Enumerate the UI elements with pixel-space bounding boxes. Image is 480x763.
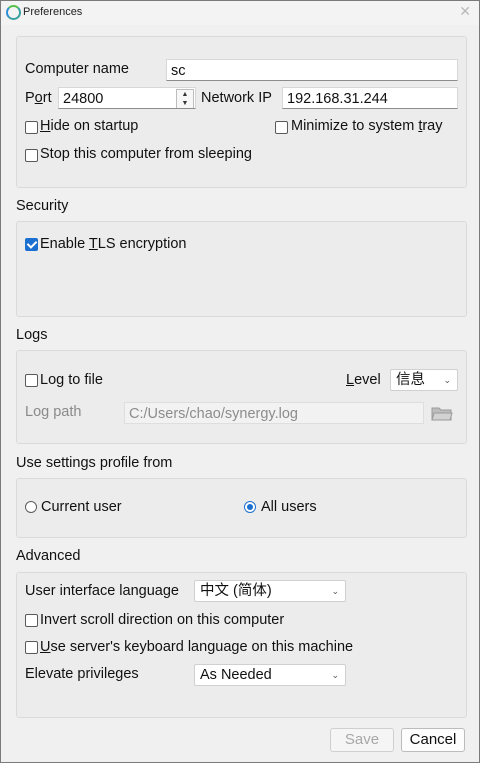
ui-language-label: User interface language bbox=[25, 583, 179, 599]
port-spin-arrows[interactable]: ▲ ▼ bbox=[176, 89, 194, 108]
tls-encryption-checkbox[interactable] bbox=[25, 238, 38, 251]
port-label: Port bbox=[25, 90, 52, 106]
elevate-privileges-label: Elevate privileges bbox=[25, 666, 139, 682]
all-users-radio[interactable] bbox=[244, 501, 256, 513]
log-to-file-checkbox[interactable] bbox=[25, 374, 38, 387]
close-icon[interactable]: ✕ bbox=[459, 3, 471, 20]
minimize-to-tray-label[interactable]: Minimize to system tray bbox=[291, 118, 443, 134]
save-button[interactable]: Save bbox=[330, 728, 394, 752]
computer-name-field[interactable]: sc bbox=[166, 59, 458, 81]
security-section-label: Security bbox=[16, 198, 69, 214]
profile-section-label: Use settings profile from bbox=[16, 455, 173, 471]
synergy-logo-icon bbox=[6, 5, 21, 20]
log-path-label: Log path bbox=[25, 404, 82, 420]
logs-section-label: Logs bbox=[16, 327, 48, 343]
minimize-to-tray-checkbox[interactable] bbox=[275, 121, 288, 134]
cancel-button[interactable]: Cancel bbox=[401, 728, 465, 752]
browse-folder-icon[interactable] bbox=[431, 405, 453, 421]
hide-on-startup-label[interactable]: Hide on startup bbox=[40, 118, 138, 134]
chevron-down-icon: ⌄ bbox=[331, 670, 339, 680]
stop-sleeping-checkbox[interactable] bbox=[25, 149, 38, 162]
computer-name-label: Computer name bbox=[25, 61, 129, 77]
invert-scroll-label[interactable]: Invert scroll direction on this computer bbox=[40, 612, 284, 628]
logs-group bbox=[16, 350, 467, 444]
spin-down-icon[interactable]: ▼ bbox=[177, 99, 193, 108]
all-users-label[interactable]: All users bbox=[261, 499, 317, 515]
network-ip-field[interactable]: 192.168.31.244 bbox=[282, 87, 458, 109]
chevron-down-icon: ⌄ bbox=[331, 586, 339, 596]
port-value: 24800 bbox=[63, 91, 104, 107]
elevate-privileges-value: As Needed bbox=[200, 667, 272, 683]
ui-language-value: 中文 (简体) bbox=[200, 583, 272, 599]
elevate-privileges-select[interactable]: As Needed ⌄ bbox=[194, 664, 346, 686]
invert-scroll-checkbox[interactable] bbox=[25, 614, 38, 627]
current-user-label[interactable]: Current user bbox=[41, 499, 122, 515]
title-bar[interactable]: Preferences ✕ bbox=[1, 1, 479, 25]
log-level-value: 信息 bbox=[396, 372, 425, 388]
server-keyboard-checkbox[interactable] bbox=[25, 641, 38, 654]
stop-sleeping-label[interactable]: Stop this computer from sleeping bbox=[40, 146, 252, 162]
window-title: Preferences bbox=[23, 6, 83, 18]
log-level-select[interactable]: 信息 ⌄ bbox=[390, 369, 458, 391]
hide-on-startup-checkbox[interactable] bbox=[25, 121, 38, 134]
chevron-down-icon: ⌄ bbox=[443, 375, 451, 385]
level-label: Level bbox=[346, 372, 381, 388]
spin-up-icon[interactable]: ▲ bbox=[177, 90, 193, 99]
advanced-section-label: Advanced bbox=[16, 548, 81, 564]
network-ip-label: Network IP bbox=[201, 90, 272, 106]
port-spinbox[interactable]: 24800 ▲ ▼ bbox=[58, 87, 196, 109]
current-user-radio[interactable] bbox=[25, 501, 37, 513]
log-to-file-label[interactable]: Log to file bbox=[40, 372, 103, 388]
ui-language-select[interactable]: 中文 (简体) ⌄ bbox=[194, 580, 346, 602]
log-path-field[interactable]: C:/Users/chao/synergy.log bbox=[124, 402, 424, 424]
server-keyboard-label[interactable]: Use server's keyboard language on this m… bbox=[40, 639, 353, 655]
preferences-window: Preferences ✕ Computer name sc Port 2480… bbox=[0, 0, 480, 763]
tls-encryption-label[interactable]: Enable TLS encryption bbox=[40, 236, 186, 252]
